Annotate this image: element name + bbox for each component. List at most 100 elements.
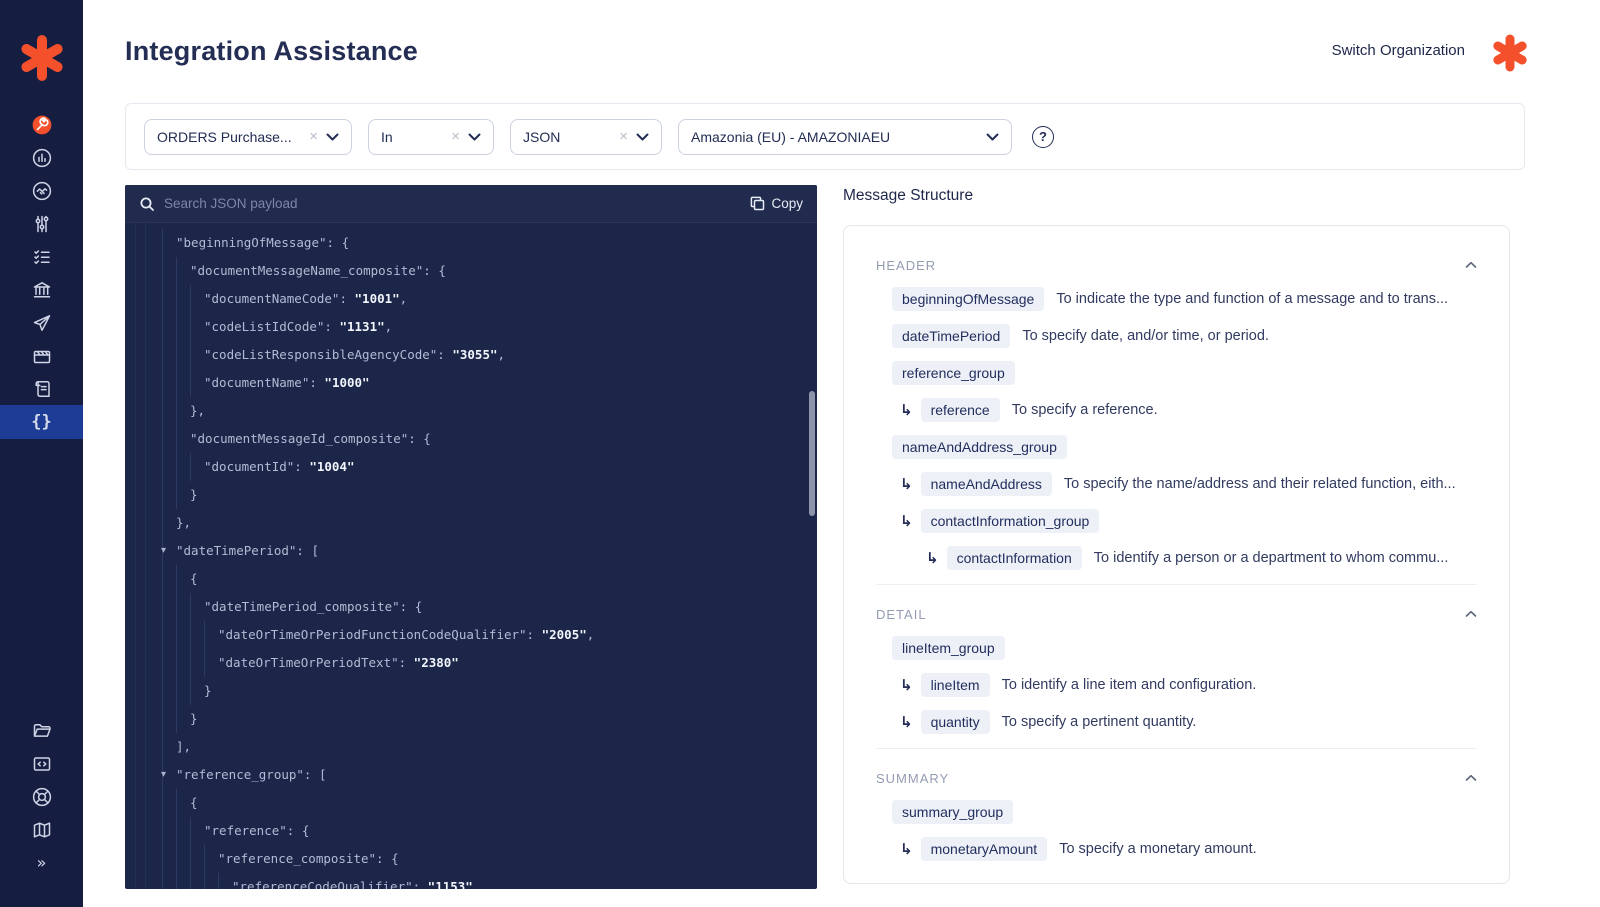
- indent-guide: [162, 481, 176, 509]
- code-line: ▾ "reference_group": [: [125, 761, 817, 789]
- code-value-text: "1000": [324, 375, 370, 390]
- indent-guide: [176, 817, 190, 845]
- code-punctuation: ,: [384, 319, 393, 334]
- code-line: }: [125, 481, 817, 509]
- indent-guide: [176, 789, 190, 817]
- code-key-text: "reference_composite": {: [218, 851, 399, 866]
- segment-description: To specify a monetary amount.: [1059, 840, 1257, 857]
- sidebar-item-configuration[interactable]: [0, 207, 83, 240]
- indent-guide: [162, 649, 176, 677]
- segment-tag[interactable]: summary_group: [892, 799, 1014, 824]
- sidebar-item-developer[interactable]: [0, 747, 83, 780]
- filter-format[interactable]: JSON ×: [510, 118, 662, 155]
- indent-guide: [190, 649, 204, 677]
- branch-arrow-icon: ↳: [900, 712, 913, 731]
- sidebar-item-docs[interactable]: [0, 813, 83, 846]
- sidebar-item-bank[interactable]: [0, 273, 83, 306]
- segment-tag[interactable]: contactInformation_group: [920, 508, 1100, 533]
- sidebar-nav-bottom: »: [0, 714, 83, 879]
- indent-guide: [176, 621, 190, 649]
- indent-guide: [176, 397, 190, 425]
- help-icon[interactable]: ?: [1032, 125, 1054, 148]
- collapse-section-button[interactable]: [1465, 261, 1477, 269]
- vertical-scrollbar[interactable]: [809, 391, 815, 516]
- indent-guide: [190, 873, 204, 889]
- code-line: "documentMessageId_composite": {: [125, 425, 817, 453]
- code-line: "referenceCodeQualifier": "1153": [125, 873, 817, 889]
- indent-guide: [218, 873, 232, 889]
- scroll-icon: [34, 380, 50, 397]
- indent-guide: [162, 593, 176, 621]
- indent-guide: [162, 257, 176, 285]
- code-key-text: }: [190, 487, 198, 502]
- sidebar-item-json-payloads[interactable]: {}: [0, 405, 83, 439]
- code-key-text: "reference": {: [204, 823, 310, 838]
- segment-tag[interactable]: beginningOfMessage: [892, 286, 1045, 311]
- sidebar-item-support[interactable]: [0, 780, 83, 813]
- braces-icon: {}: [31, 412, 52, 432]
- clear-filter-icon[interactable]: ×: [309, 128, 318, 145]
- segment-tag[interactable]: nameAndAddress_group: [892, 434, 1067, 459]
- segment-tag[interactable]: contactInformation: [946, 545, 1082, 570]
- code-key-text: "documentId":: [204, 459, 310, 474]
- asterisk-logo-icon: [18, 34, 66, 82]
- filter-organization[interactable]: Amazonia (EU) - AMAZONIAEU: [678, 118, 1012, 155]
- segment-tag[interactable]: quantity: [920, 709, 990, 734]
- code-line: "documentNameCode": "1001",: [125, 285, 817, 313]
- sidebar-item-analytics[interactable]: [0, 141, 83, 174]
- structure-row: ↳ nameAndAddress To specify the name/addre…: [900, 465, 1477, 502]
- clear-filter-icon[interactable]: ×: [619, 128, 628, 145]
- copy-button[interactable]: Copy: [750, 196, 803, 211]
- indent-guide: [190, 817, 204, 845]
- sidebar-item-partners[interactable]: [0, 174, 83, 207]
- filter-message-type[interactable]: ORDERS Purchase... ×: [144, 118, 352, 155]
- segment-tag[interactable]: dateTimePeriod: [892, 323, 1011, 348]
- segment-tag[interactable]: lineItem: [920, 672, 990, 697]
- clear-filter-icon[interactable]: ×: [451, 128, 460, 145]
- sidebar-item-tools[interactable]: [0, 108, 83, 141]
- section-rows: beginningOfMessage To indicate the type a…: [876, 280, 1477, 576]
- indent-guide: [162, 873, 176, 889]
- sidebar-item-files[interactable]: [0, 714, 83, 747]
- collapse-node-icon[interactable]: ▾: [161, 537, 166, 565]
- sidebar-item-send[interactable]: [0, 306, 83, 339]
- indent-guide: [190, 341, 204, 369]
- indent-guide: [190, 593, 204, 621]
- collapse-section-button[interactable]: [1465, 774, 1477, 782]
- segment-tag[interactable]: nameAndAddress: [920, 471, 1052, 496]
- segment-tag[interactable]: reference: [920, 397, 1000, 422]
- collapse-node-icon[interactable]: ▾: [161, 761, 166, 789]
- sidebar-item-expand[interactable]: »: [0, 846, 83, 879]
- code-key-text: "documentMessageId_composite": {: [190, 431, 431, 446]
- filter-direction[interactable]: In ×: [368, 118, 494, 155]
- code-box-icon: [33, 756, 50, 771]
- segment-description: To specify the name/address and their re…: [1063, 475, 1456, 492]
- segment-description: To specify date, and/or time, or period.: [1022, 327, 1269, 344]
- collapse-section-button[interactable]: [1465, 610, 1477, 618]
- code-line: "codeListIdCode": "1131",: [125, 313, 817, 341]
- structure-section: SUMMARY summary_group ↳ monetaryAmount To s…: [876, 748, 1477, 867]
- code-key-text: ],: [176, 739, 192, 754]
- indent-guide: [176, 873, 190, 889]
- sidebar-item-logs[interactable]: [0, 372, 83, 405]
- sidebar-item-scenarios[interactable]: [0, 339, 83, 372]
- sidebar-nav-top: {}: [0, 108, 83, 439]
- segment-tag[interactable]: lineItem_group: [892, 635, 1005, 660]
- indent-guide: [176, 257, 190, 285]
- bank-icon: [33, 281, 50, 298]
- segment-tag[interactable]: reference_group: [892, 360, 1015, 385]
- search-input[interactable]: [164, 196, 751, 211]
- switch-organization-link[interactable]: Switch Organization: [1332, 42, 1465, 59]
- organization-logo[interactable]: [1490, 33, 1530, 73]
- indent-guide: [162, 285, 176, 313]
- indent-guide: [162, 565, 176, 593]
- sidebar-item-tasks[interactable]: [0, 240, 83, 273]
- code-key-text: }: [204, 683, 212, 698]
- indent-guide: [162, 341, 176, 369]
- segment-tag[interactable]: monetaryAmount: [920, 836, 1048, 861]
- checklist-icon: [33, 249, 50, 264]
- app-logo[interactable]: [0, 30, 83, 86]
- segment-description: To specify a reference.: [1011, 401, 1158, 418]
- branch-arrow-icon: ↳: [900, 839, 913, 858]
- code-value-text: "2005": [541, 627, 587, 642]
